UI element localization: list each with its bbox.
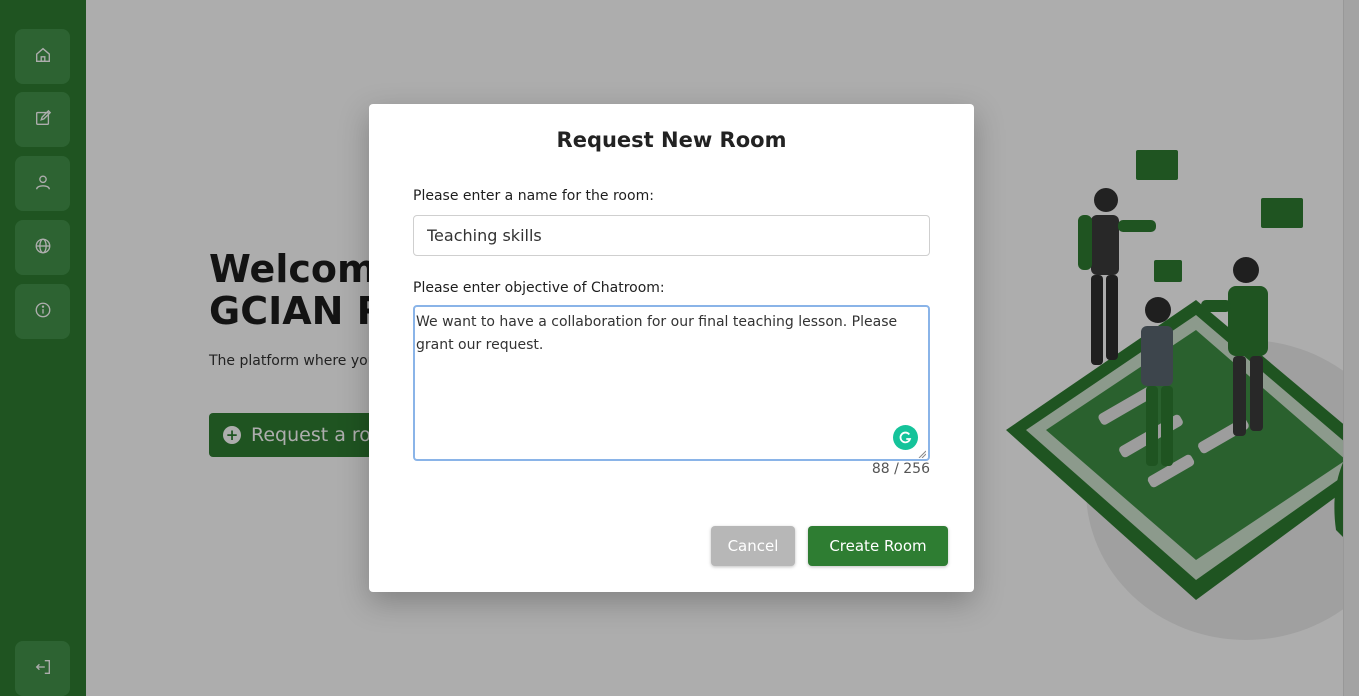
room-name-label: Please enter a name for the room: bbox=[413, 188, 654, 204]
cancel-button[interactable]: Cancel bbox=[711, 526, 795, 566]
grammarly-icon[interactable] bbox=[893, 425, 918, 450]
character-counter: 88 / 256 bbox=[871, 461, 930, 477]
create-room-button[interactable]: Create Room bbox=[808, 526, 948, 566]
room-name-input[interactable] bbox=[413, 215, 930, 256]
objective-textarea[interactable]: We want to have a collaboration for our … bbox=[413, 305, 930, 461]
resize-handle-icon[interactable] bbox=[918, 450, 926, 458]
objective-label: Please enter objective of Chatroom: bbox=[413, 280, 665, 296]
request-room-dialog: Request New Room Please enter a name for… bbox=[369, 104, 974, 592]
dialog-title: Request New Room bbox=[556, 128, 787, 152]
